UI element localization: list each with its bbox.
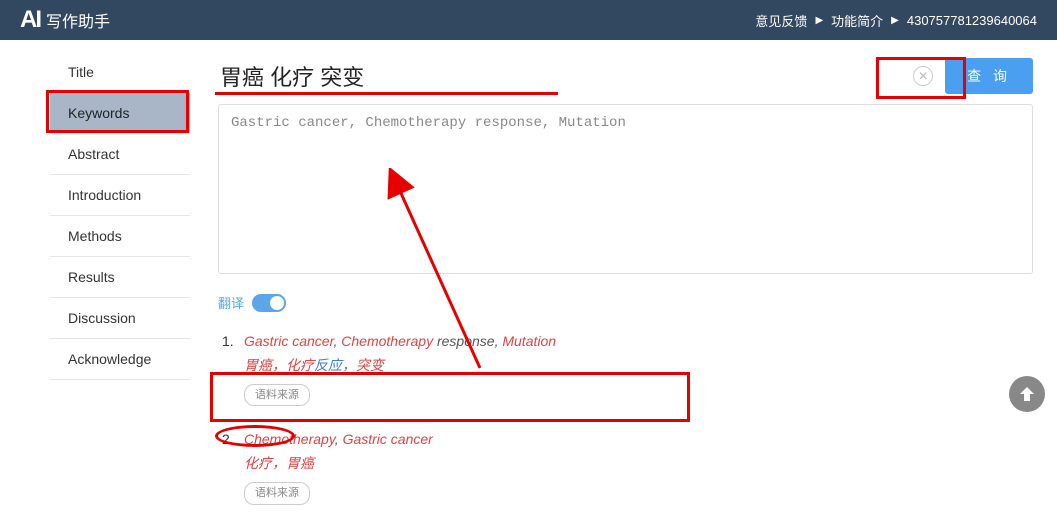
intro-link[interactable]: 功能简介 [831, 11, 883, 30]
logo: AI 写作助手 [20, 6, 110, 34]
result-item: 1. Gastric cancer, Chemotherapy response… [222, 330, 1033, 406]
logo-text: 写作助手 [46, 8, 110, 32]
sidebar-item-results[interactable]: Results [50, 257, 190, 298]
result-english: Gastric cancer, Chemotherapy response, M… [244, 330, 1033, 354]
source-tag[interactable]: 语料来源 [244, 384, 310, 407]
header-right: 意见反馈 ▶ 功能简介 ▶ 430757781239640064 [755, 11, 1037, 30]
source-tag[interactable]: 语料来源 [244, 482, 310, 505]
result-english: Chemotherapy, Gastric cancer [244, 428, 1033, 452]
output-textarea[interactable]: Gastric cancer, Chemotherapy response, M… [218, 104, 1033, 274]
result-chinese: 化疗，胃癌 [244, 452, 1033, 476]
result-chinese: 胃癌，化疗反应，突变 [244, 354, 1033, 378]
chevron-right-icon: ▶ [891, 15, 899, 26]
sidebar-item-discussion[interactable]: Discussion [50, 298, 190, 339]
search-input[interactable] [218, 59, 901, 93]
scroll-to-top-button[interactable] [1009, 376, 1045, 412]
feedback-link[interactable]: 意见反馈 [755, 11, 807, 30]
logo-icon: AI [20, 6, 40, 34]
sidebar-item-introduction[interactable]: Introduction [50, 175, 190, 216]
main: ✕ 查 询 Gastric cancer, Chemotherapy respo… [190, 52, 1057, 527]
sidebar: Title Keywords Abstract Introduction Met… [0, 52, 190, 527]
translate-toggle[interactable] [252, 294, 286, 312]
translate-switch-row: 翻译 [218, 293, 1033, 312]
result-number: 2. [222, 428, 234, 452]
search-row: ✕ 查 询 [218, 52, 1033, 104]
result-item: 2. Chemotherapy, Gastric cancer 化疗，胃癌 语料… [222, 428, 1033, 504]
sidebar-item-abstract[interactable]: Abstract [50, 134, 190, 175]
content: Title Keywords Abstract Introduction Met… [0, 40, 1057, 527]
sidebar-item-acknowledge[interactable]: Acknowledge [50, 339, 190, 380]
query-button[interactable]: 查 询 [945, 58, 1033, 94]
translate-label: 翻译 [218, 293, 244, 312]
user-id[interactable]: 430757781239640064 [907, 13, 1037, 28]
header: AI 写作助手 意见反馈 ▶ 功能简介 ▶ 430757781239640064 [0, 0, 1057, 40]
clear-icon[interactable]: ✕ [913, 66, 933, 86]
sidebar-item-title[interactable]: Title [50, 52, 190, 93]
results-list: 1. Gastric cancer, Chemotherapy response… [218, 330, 1033, 505]
chevron-right-icon: ▶ [815, 15, 823, 26]
result-number: 1. [222, 330, 234, 354]
sidebar-item-keywords[interactable]: Keywords [50, 93, 190, 134]
sidebar-item-methods[interactable]: Methods [50, 216, 190, 257]
